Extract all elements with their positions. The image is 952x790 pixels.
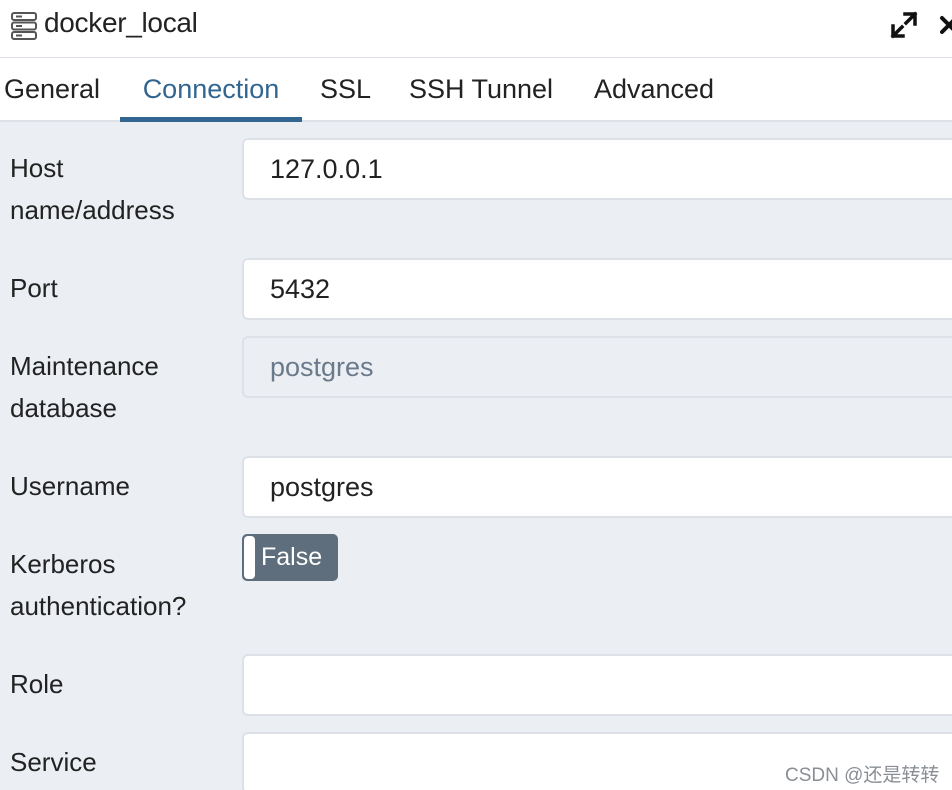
kerberos-label-line2: authentication? bbox=[10, 591, 187, 621]
username-label: Username bbox=[10, 471, 130, 501]
tab-advanced[interactable]: Advanced bbox=[591, 58, 717, 120]
role-label: Role bbox=[10, 669, 64, 699]
tab-ssh-tunnel[interactable]: SSH Tunnel bbox=[408, 58, 554, 120]
host-input[interactable] bbox=[242, 138, 952, 200]
toggle-knob bbox=[244, 536, 255, 579]
maintenance-db-label-line1: Maintenance bbox=[10, 351, 159, 381]
expand-icon[interactable] bbox=[889, 10, 919, 40]
watermark: CSDN @还是转转 bbox=[785, 765, 940, 786]
tab-general[interactable]: General bbox=[4, 58, 100, 120]
kerberos-label: Kerberos authentication? bbox=[10, 543, 186, 627]
service-label: Service bbox=[10, 747, 97, 777]
host-label-line2: name/address bbox=[10, 195, 175, 225]
role-input[interactable] bbox=[242, 654, 952, 716]
toggle-state-text: False bbox=[261, 543, 323, 571]
port-label: Port bbox=[10, 273, 58, 303]
dialog-title: docker_local bbox=[44, 7, 198, 38]
tab-ssl[interactable]: SSL bbox=[320, 58, 371, 120]
kerberos-toggle[interactable]: False bbox=[242, 534, 338, 581]
tab-connection[interactable]: Connection bbox=[120, 58, 302, 122]
host-label-line1: Host bbox=[10, 153, 64, 183]
tab-bar: General Connection SSL SSH Tunnel Advanc… bbox=[0, 58, 952, 122]
username-input[interactable] bbox=[242, 456, 952, 518]
close-icon[interactable] bbox=[938, 10, 952, 40]
maintenance-db-label: Maintenance database bbox=[10, 345, 159, 429]
host-label: Host name/address bbox=[10, 147, 175, 231]
server-icon bbox=[11, 12, 37, 40]
maintenance-db-input bbox=[242, 336, 952, 398]
dialog-titlebar: docker_local bbox=[0, 0, 952, 58]
port-input[interactable] bbox=[242, 258, 952, 320]
maintenance-db-label-line2: database bbox=[10, 393, 117, 423]
kerberos-label-line1: Kerberos bbox=[10, 549, 116, 579]
